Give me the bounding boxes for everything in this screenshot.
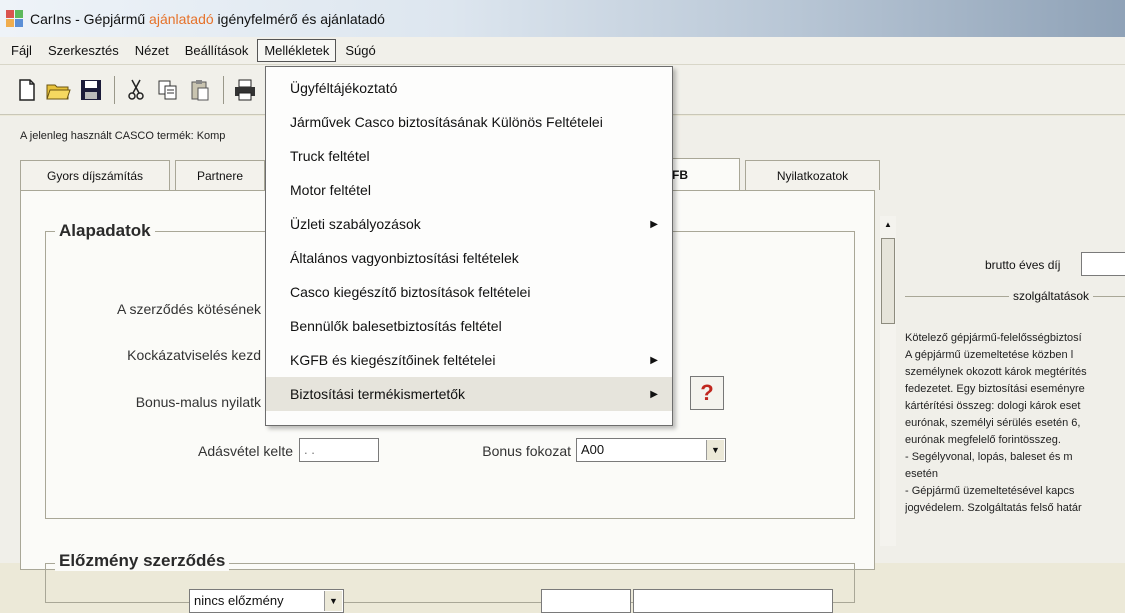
open-folder-icon[interactable]	[46, 77, 72, 103]
menu-settings[interactable]: Beállítások	[178, 39, 256, 62]
info-line: fedezetet. Egy biztosítási eseményre	[905, 383, 1085, 395]
menu-view[interactable]: Nézet	[128, 39, 176, 62]
scroll-up-icon[interactable]: ▲	[884, 220, 892, 229]
previous-field-2[interactable]	[633, 589, 833, 613]
services-description: Kötelező gépjármű-felelősségbiztosí A gé…	[905, 330, 1125, 517]
menu-item-casco-supplementary-conditions[interactable]: Casco kiegészítő biztosítások feltételei	[266, 275, 672, 309]
menu-help[interactable]: Súgó	[338, 39, 382, 62]
info-line: jogvédelem. Szolgáltatás felső határ	[905, 502, 1082, 514]
vertical-scrollbar[interactable]: ▲	[880, 216, 896, 546]
info-line: esetén	[905, 468, 939, 480]
contract-date-label: A szerződés kötésének	[117, 301, 261, 317]
risk-start-label: Kockázatviselés kezd	[127, 347, 261, 363]
toolbar-separator	[114, 75, 115, 104]
attachments-dropdown-menu: Ügyféltájékoztató Járművek Casco biztosí…	[265, 66, 673, 426]
app-icon	[6, 9, 24, 28]
copy-icon[interactable]	[155, 77, 181, 103]
bonus-level-select[interactable]: A00 ▼	[576, 438, 726, 462]
save-icon[interactable]	[78, 77, 104, 103]
info-line: személynek okozott károk megtérítés	[905, 366, 1087, 378]
right-info-panel: brutto éves díj szolgáltatások Kötelező …	[905, 216, 1125, 563]
menu-bar: Fájl Szerkesztés Nézet Beállítások Mellé…	[0, 37, 1125, 65]
info-line: A gépjármű üzemeltetése közben l	[905, 349, 1074, 361]
gross-premium-field[interactable]	[1081, 252, 1125, 276]
tab-partners[interactable]: Partnere	[175, 160, 265, 190]
previous-contract-select[interactable]: nincs előzmény ▼	[189, 589, 344, 613]
bonus-malus-label: Bonus-malus nyilatk	[135, 394, 261, 410]
basic-data-title: Alapadatok	[55, 221, 155, 241]
print-icon[interactable]	[232, 77, 258, 103]
previous-field-1[interactable]	[541, 589, 631, 613]
toolbar-separator	[223, 75, 224, 104]
sale-date-field[interactable]: . .	[299, 438, 379, 462]
menu-item-general-property-conditions[interactable]: Általános vagyonbiztosítási feltételek	[266, 241, 672, 275]
menu-item-casco-special-conditions[interactable]: Járművek Casco biztosításának Különös Fe…	[266, 105, 672, 139]
menu-item-truck-conditions[interactable]: Truck feltétel	[266, 139, 672, 173]
info-line: eurónak megfelelő forintösszeg.	[905, 434, 1061, 446]
scrollbar-thumb[interactable]	[881, 238, 895, 324]
sale-date-label: Adásvétel kelte	[198, 443, 293, 459]
previous-contract-value: nincs előzmény	[194, 593, 284, 608]
info-line: - Gépjármű üzemeltetésével kapcs	[905, 485, 1075, 497]
menu-item-business-rules[interactable]: Üzleti szabályozások ▶	[266, 207, 672, 241]
submenu-arrow-icon: ▶	[650, 218, 658, 230]
window-title: CarIns - Gépjármű ajánlatadó igényfelmér…	[30, 10, 385, 27]
bonus-level-value: A00	[581, 442, 605, 457]
chevron-down-icon[interactable]: ▼	[706, 440, 724, 460]
gross-premium-label: brutto éves díj	[985, 258, 1061, 272]
info-line: kártérítési összeg: dologi károk eset	[905, 400, 1081, 412]
submenu-arrow-icon: ▶	[650, 354, 658, 366]
menu-item-passenger-accident-conditions[interactable]: Bennülők balesetbiztosítás feltétel	[266, 309, 672, 343]
cut-icon[interactable]	[123, 77, 149, 103]
tab-quick-calculation[interactable]: Gyors díjszámítás	[20, 160, 170, 190]
info-line: - Segélyvonal, lopás, baleset és m	[905, 451, 1073, 463]
menu-file[interactable]: Fájl	[4, 39, 39, 62]
info-line: eurónak, személyi sérülés esetén 6,	[905, 417, 1081, 429]
chevron-down-icon[interactable]: ▼	[324, 591, 342, 611]
menu-edit[interactable]: Szerkesztés	[41, 39, 126, 62]
help-question-icon[interactable]: ?	[690, 376, 724, 410]
product-info-text: A jelenleg használt CASCO termék: Komp	[20, 130, 226, 142]
title-bar: CarIns - Gépjármű ajánlatadó igényfelmér…	[0, 0, 1125, 37]
menu-item-customer-info[interactable]: Ügyféltájékoztató	[266, 71, 672, 105]
menu-item-kgfb-conditions[interactable]: KGFB és kiegészítőinek feltételei ▶	[266, 343, 672, 377]
bonus-level-label: Bonus fokozat	[482, 443, 571, 459]
previous-contract-title: Előzmény szerződés	[55, 551, 230, 571]
info-line: Kötelező gépjármű-felelősségbiztosí	[905, 332, 1082, 344]
menu-item-motor-conditions[interactable]: Motor feltétel	[266, 173, 672, 207]
tab-statements[interactable]: Nyilatkozatok	[745, 160, 880, 190]
new-document-icon[interactable]	[14, 77, 40, 103]
paste-icon[interactable]	[187, 77, 213, 103]
menu-item-product-information[interactable]: Biztosítási termékismertetők ▶	[266, 377, 672, 411]
menu-attachments[interactable]: Mellékletek	[257, 39, 337, 62]
submenu-arrow-icon: ▶	[650, 388, 658, 400]
services-label: szolgáltatások	[1009, 289, 1094, 303]
